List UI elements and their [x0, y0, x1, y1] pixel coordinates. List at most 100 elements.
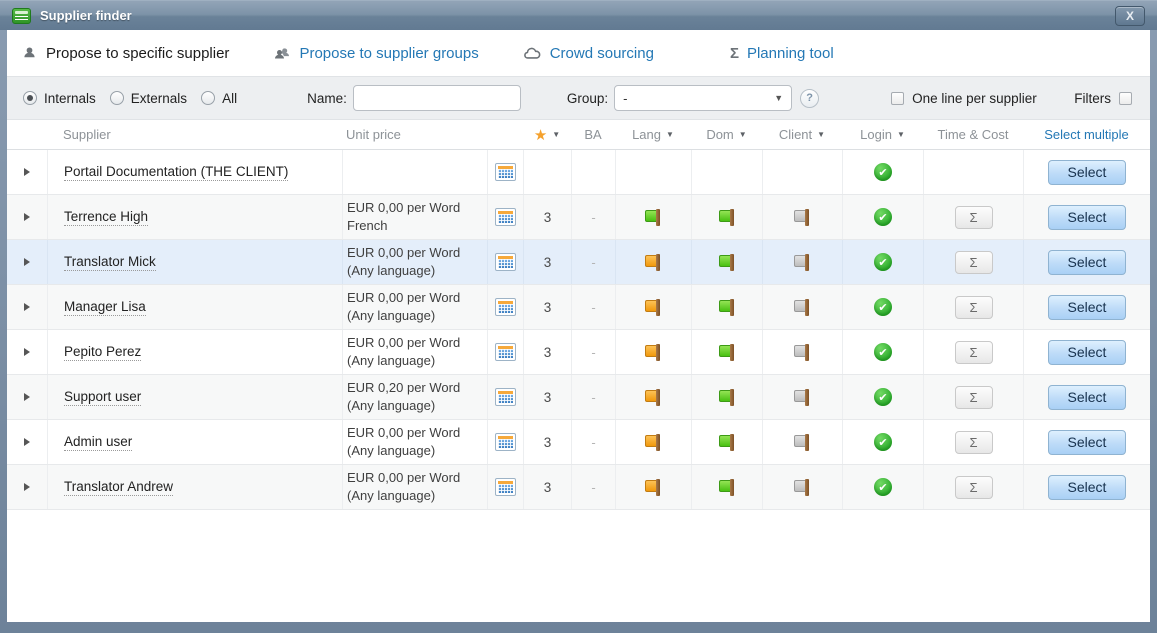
select-button[interactable]: Select [1048, 205, 1126, 230]
tab-propose-specific-supplier[interactable]: Propose to specific supplier [21, 45, 229, 62]
rates-calendar-icon[interactable] [495, 253, 516, 271]
col-client[interactable]: Client ▼ [762, 127, 842, 142]
col-dom[interactable]: Dom ▼ [691, 127, 762, 142]
rates-calendar-icon[interactable] [495, 163, 516, 181]
rates-calendar-icon[interactable] [495, 343, 516, 361]
col-supplier: Supplier [47, 127, 342, 142]
star-icon: ★ [534, 126, 547, 144]
expand-arrow-icon[interactable] [24, 348, 30, 356]
rating-value: 3 [523, 195, 571, 239]
select-button[interactable]: Select [1048, 295, 1126, 320]
login-check-icon: ✔ [874, 253, 892, 271]
col-rating[interactable]: ★ ▼ [523, 126, 571, 144]
close-button[interactable]: X [1115, 6, 1145, 26]
tab-label: Propose to supplier groups [299, 45, 478, 62]
login-check-icon: ✔ [874, 343, 892, 361]
sort-arrow-icon[interactable]: ▼ [666, 130, 674, 139]
expand-arrow-icon[interactable] [24, 258, 30, 266]
help-icon[interactable]: ? [800, 89, 819, 108]
select-multiple-link[interactable]: Select multiple [1023, 127, 1150, 142]
supplier-name-link[interactable]: Translator Mick [64, 254, 156, 271]
select-button[interactable]: Select [1048, 430, 1126, 455]
ba-value [571, 150, 615, 194]
supplier-name-link[interactable]: Support user [64, 389, 141, 406]
filter-bar: Internals Externals All Name: Group: - ▼… [7, 76, 1150, 120]
sort-arrow-icon[interactable]: ▼ [897, 130, 905, 139]
rating-value: 3 [523, 375, 571, 419]
supplier-name-link[interactable]: Translator Andrew [64, 479, 173, 496]
supplier-name-link[interactable]: Terrence High [64, 209, 148, 226]
radio-internals[interactable] [23, 91, 37, 105]
sort-arrow-icon[interactable]: ▼ [739, 130, 747, 139]
radio-all[interactable] [201, 91, 215, 105]
rates-calendar-icon[interactable] [495, 208, 516, 226]
time-cost-button[interactable]: Σ [955, 251, 993, 274]
ba-value: - [571, 465, 615, 509]
radio-internals-label: Internals [44, 91, 96, 106]
dom-flag-icon [719, 299, 736, 316]
table-row: Terrence High EUR 0,00 per WordFrench 3 … [7, 195, 1150, 240]
time-cost-button[interactable]: Σ [955, 206, 993, 229]
supplier-name-link[interactable]: Manager Lisa [64, 299, 146, 316]
time-cost-button[interactable]: Σ [955, 296, 993, 319]
expand-arrow-icon[interactable] [24, 303, 30, 311]
lang-flag-icon [645, 389, 662, 406]
rating-value: 3 [523, 330, 571, 374]
supplier-name-link[interactable]: Pepito Perez [64, 344, 141, 361]
tab-bar: Propose to specific supplier Propose to … [7, 30, 1150, 76]
rates-calendar-icon[interactable] [495, 388, 516, 406]
col-ba: BA [571, 127, 615, 142]
time-cost-button[interactable]: Σ [955, 386, 993, 409]
tab-propose-supplier-groups[interactable]: Propose to supplier groups [273, 45, 478, 62]
time-cost-button[interactable]: Σ [955, 431, 993, 454]
rates-calendar-icon[interactable] [495, 433, 516, 451]
window-form-icon [12, 8, 31, 24]
tab-crowd-sourcing[interactable]: Crowd sourcing [523, 45, 654, 62]
tab-planning-tool[interactable]: Σ Planning tool [730, 45, 834, 62]
name-input[interactable] [353, 85, 521, 111]
select-button[interactable]: Select [1048, 475, 1126, 500]
ba-value: - [571, 375, 615, 419]
rates-calendar-icon[interactable] [495, 298, 516, 316]
ba-value: - [571, 285, 615, 329]
client-flag-icon [794, 389, 811, 406]
cloud-icon [523, 46, 542, 61]
group-dropdown[interactable]: - ▼ [614, 85, 792, 111]
table-body: Portail Documentation (THE CLIENT) ✔ Σ S… [7, 150, 1150, 510]
one-line-per-supplier-checkbox[interactable] [891, 92, 904, 105]
tab-label: Planning tool [747, 45, 834, 62]
supplier-name-link[interactable]: Portail Documentation (THE CLIENT) [64, 164, 288, 181]
name-label: Name: [307, 91, 347, 106]
col-lang[interactable]: Lang ▼ [615, 127, 691, 142]
table-row: Manager Lisa EUR 0,00 per Word(Any langu… [7, 285, 1150, 330]
expand-arrow-icon[interactable] [24, 438, 30, 446]
table-row: Pepito Perez EUR 0,00 per Word(Any langu… [7, 330, 1150, 375]
select-button[interactable]: Select [1048, 160, 1126, 185]
radio-externals[interactable] [110, 91, 124, 105]
time-cost-button[interactable]: Σ [955, 476, 993, 499]
rates-calendar-icon[interactable] [495, 478, 516, 496]
expand-arrow-icon[interactable] [24, 393, 30, 401]
time-cost-button[interactable]: Σ [955, 341, 993, 364]
sort-arrow-icon[interactable]: ▼ [552, 130, 560, 139]
sort-arrow-icon[interactable]: ▼ [817, 130, 825, 139]
table-row: Translator Andrew EUR 0,00 per Word(Any … [7, 465, 1150, 510]
col-login[interactable]: Login ▼ [842, 127, 923, 142]
select-button[interactable]: Select [1048, 250, 1126, 275]
filters-checkbox[interactable] [1119, 92, 1132, 105]
select-button[interactable]: Select [1048, 385, 1126, 410]
expand-arrow-icon[interactable] [24, 168, 30, 176]
dom-flag-icon [719, 209, 736, 226]
expand-arrow-icon[interactable] [24, 213, 30, 221]
select-button[interactable]: Select [1048, 340, 1126, 365]
supplier-finder-window: Supplier finder X Propose to specific su… [0, 0, 1157, 633]
unit-price: EUR 0,00 per Word(Any language) [347, 289, 460, 324]
unit-price: EUR 0,00 per Word(Any language) [347, 469, 460, 504]
rating-value: 3 [523, 285, 571, 329]
supplier-name-link[interactable]: Admin user [64, 434, 132, 451]
unit-price: EUR 0,20 per Word(Any language) [347, 379, 460, 414]
ba-value: - [571, 195, 615, 239]
expand-arrow-icon[interactable] [24, 483, 30, 491]
one-line-per-supplier-label: One line per supplier [912, 91, 1037, 106]
unit-price: EUR 0,00 per Word(Any language) [347, 424, 460, 459]
